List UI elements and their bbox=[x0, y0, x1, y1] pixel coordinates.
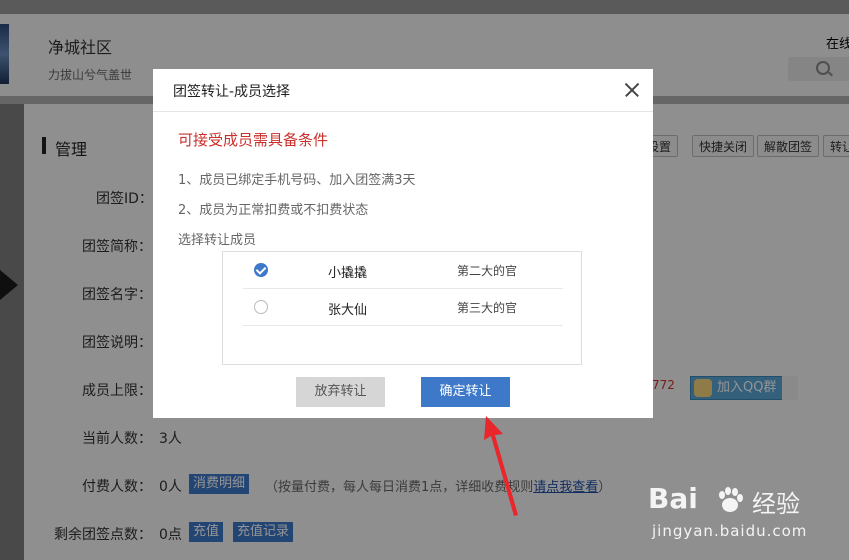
member-row[interactable]: 小撬撬 第二大的官 bbox=[243, 252, 563, 289]
condition-line-2: 2、成员为正常扣费或不扣费状态 bbox=[178, 203, 369, 218]
close-icon[interactable] bbox=[622, 80, 642, 100]
member-role: 第二大的官 bbox=[457, 264, 518, 278]
transfer-dialog: 团签转让-成员选择 可接受成员需具备条件 1、成员已绑定手机号码、加入团签满3天… bbox=[153, 69, 653, 418]
watermark-cn-text: 经验 bbox=[752, 490, 800, 518]
select-member-label: 选择转让成员 bbox=[178, 233, 257, 248]
confirm-transfer-button[interactable]: 确定转让 bbox=[421, 377, 510, 407]
member-role: 第三大的官 bbox=[457, 301, 518, 315]
member-row[interactable]: 张大仙 第三大的官 bbox=[243, 289, 563, 326]
watermark-url: jingyan.baidu.com bbox=[652, 522, 808, 540]
paw-icon bbox=[719, 487, 743, 512]
condition-title: 可接受成员需具备条件 bbox=[178, 131, 329, 149]
dialog-header: 团签转让-成员选择 bbox=[153, 69, 653, 112]
radio-checked-icon[interactable] bbox=[254, 263, 268, 277]
radio-unchecked-icon[interactable] bbox=[254, 300, 268, 314]
member-list: 小撬撬 第二大的官 张大仙 第三大的官 bbox=[222, 251, 582, 365]
member-name: 张大仙 bbox=[328, 303, 368, 318]
condition-line-1: 1、成员已绑定手机号码、加入团签满3天 bbox=[178, 173, 416, 188]
dialog-title: 团签转让-成员选择 bbox=[173, 84, 291, 100]
cancel-transfer-button[interactable]: 放弃转让 bbox=[296, 377, 385, 407]
baidu-watermark: Bai 经验 jingyan.baidu.com bbox=[648, 482, 838, 552]
member-name: 小撬撬 bbox=[328, 266, 368, 281]
watermark-logo-text: Bai bbox=[648, 482, 698, 515]
